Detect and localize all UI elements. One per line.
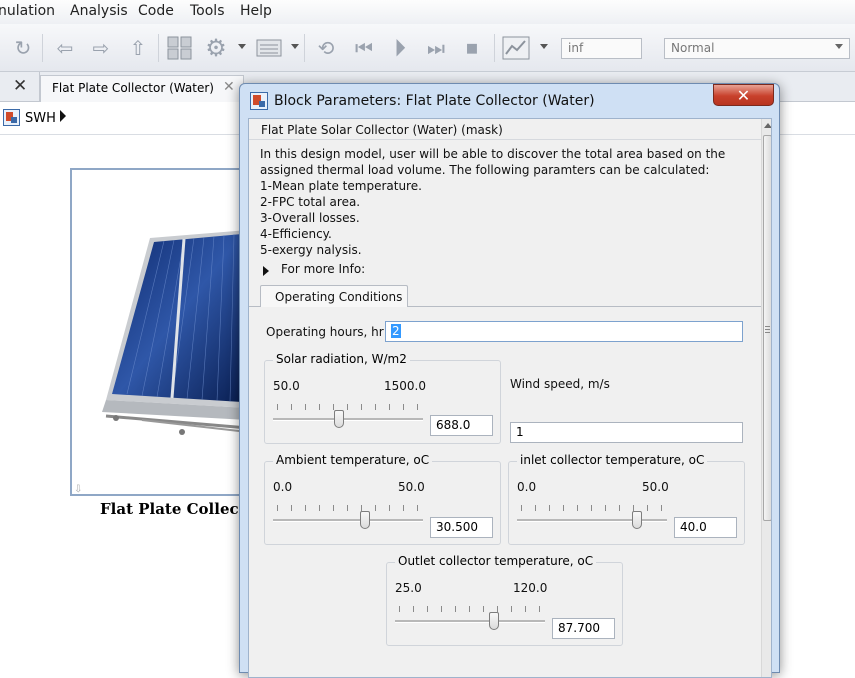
dialog-body: Flat Plate Solar Collector (Water) (mask… bbox=[248, 118, 772, 678]
flat-plate-collector-block[interactable]: ⇩ bbox=[70, 168, 250, 496]
library-browser-icon[interactable] bbox=[166, 36, 194, 60]
scope-dropdown-caret-icon[interactable] bbox=[540, 44, 548, 49]
solar-radiation-min: 50.0 bbox=[273, 379, 300, 393]
model-icon bbox=[3, 109, 20, 126]
outlet-temperature-title: Outlet collector temperature, oC bbox=[395, 554, 597, 568]
tab-label: Flat Plate Collector (Water) bbox=[52, 81, 214, 95]
outlet-temperature-max: 120.0 bbox=[513, 581, 548, 595]
solar-radiation-max: 1500.0 bbox=[384, 379, 426, 393]
scroll-up-arrow-icon[interactable] bbox=[764, 123, 771, 128]
inlet-temperature-input[interactable]: 40.0 bbox=[674, 517, 737, 538]
ambient-temperature-min: 0.0 bbox=[273, 480, 293, 494]
outlet-temperature-slider[interactable] bbox=[395, 606, 545, 636]
description-line-3: 1-Mean plate temperature. bbox=[260, 179, 422, 193]
step-back-icon[interactable]: ⟲ bbox=[312, 36, 340, 60]
close-icon[interactable]: ✕ bbox=[13, 76, 27, 96]
tab-close-icon[interactable]: ✕ bbox=[223, 79, 235, 95]
inlet-temperature-group: inlet collector temperature, oC 0.0 50.0… bbox=[508, 453, 745, 545]
inlet-temperature-title: inlet collector temperature, oC bbox=[517, 453, 708, 467]
ambient-temperature-slider[interactable] bbox=[273, 505, 423, 535]
outlet-temperature-slider-thumb[interactable] bbox=[489, 612, 499, 630]
tab-flat-plate-collector[interactable]: Flat Plate Collector (Water) ✕ bbox=[40, 75, 244, 102]
step-forward-icon[interactable]: ⏭ bbox=[422, 36, 450, 60]
stop-time-input[interactable]: inf bbox=[561, 38, 642, 59]
inlet-temperature-slider-thumb[interactable] bbox=[632, 511, 642, 529]
solar-radiation-slider-thumb[interactable] bbox=[334, 410, 344, 428]
outlet-temperature-group: Outlet collector temperature, oC 25.0 12… bbox=[386, 554, 623, 646]
step-back-pause-icon[interactable]: ⏮ bbox=[350, 36, 378, 60]
tab-operating-conditions-label: Operating Conditions bbox=[275, 290, 403, 304]
inlet-temperature-slider[interactable] bbox=[517, 505, 667, 535]
dialog-title: Block Parameters: Flat Plate Collector (… bbox=[274, 93, 595, 109]
up-icon[interactable]: ⇧ bbox=[125, 36, 151, 60]
menu-help[interactable]: Help bbox=[240, 3, 272, 19]
simulation-mode-value: Normal bbox=[671, 41, 715, 55]
description-line-5: 3-Overall losses. bbox=[260, 211, 360, 225]
operating-hours-input[interactable]: 2 bbox=[385, 321, 743, 342]
vertical-scrollbar[interactable] bbox=[761, 119, 771, 677]
forward-icon[interactable]: ⇨ bbox=[88, 36, 114, 60]
block-label: Flat Plate Collecto bbox=[100, 500, 256, 518]
dialog-close-button[interactable]: ✕ bbox=[713, 84, 774, 106]
redo-icon[interactable]: ↻ bbox=[10, 36, 36, 60]
block-parameters-dialog: Block Parameters: Flat Plate Collector (… bbox=[239, 83, 780, 678]
menu-analysis[interactable]: Analysis bbox=[70, 3, 128, 19]
simulation-mode-select[interactable]: Normal bbox=[664, 38, 850, 59]
explorer-dropdown-caret-icon[interactable] bbox=[291, 44, 299, 49]
description-line-7: 5-exergy nalysis. bbox=[260, 243, 362, 257]
block-parameters-icon bbox=[250, 92, 268, 110]
chevron-down-icon bbox=[835, 44, 843, 49]
description-line-1: In this design model, user will be able … bbox=[260, 147, 726, 161]
ambient-temperature-title: Ambient temperature, oC bbox=[273, 453, 433, 467]
tab-operating-conditions[interactable]: Operating Conditions bbox=[260, 285, 408, 307]
description-line-6: 4-Efficiency. bbox=[260, 227, 332, 241]
svg-text:⇩: ⇩ bbox=[74, 484, 82, 494]
ambient-temperature-slider-thumb[interactable] bbox=[359, 511, 370, 529]
toolbar: ↻ ⇦ ⇨ ⇧ ⚙ ⟲ ⏮ ⏵ ⏭ ⏹ inf Normal bbox=[0, 24, 855, 72]
solar-radiation-title: Solar radiation, W/m2 bbox=[273, 352, 410, 366]
breadcrumb-model[interactable]: SWH bbox=[25, 111, 56, 126]
ambient-temperature-group: Ambient temperature, oC 0.0 50.0 30.500 bbox=[264, 453, 501, 545]
inlet-temperature-min: 0.0 bbox=[517, 480, 537, 494]
menu-bar: nulation Analysis Code Tools Help bbox=[0, 0, 855, 24]
scrollbar-thumb[interactable] bbox=[763, 135, 771, 521]
description-line-4: 2-FPC total area. bbox=[260, 195, 361, 209]
operating-hours-value: 2 bbox=[391, 324, 401, 338]
more-info-link[interactable]: For more Info: bbox=[281, 262, 365, 276]
outlet-temperature-input[interactable]: 87.700 bbox=[552, 618, 615, 639]
menu-code[interactable]: Code bbox=[138, 3, 174, 19]
run-play-icon[interactable]: ⏵ bbox=[386, 34, 414, 62]
settings-gear-icon[interactable]: ⚙ bbox=[202, 34, 230, 62]
inlet-temperature-max: 50.0 bbox=[642, 480, 669, 494]
settings-dropdown-caret-icon[interactable] bbox=[238, 44, 246, 49]
model-explorer-icon[interactable] bbox=[255, 36, 283, 60]
menu-simulation[interactable]: nulation bbox=[0, 3, 55, 19]
stop-icon[interactable]: ⏹ bbox=[458, 34, 486, 62]
description-line-2: assigned thermal load volume. The follow… bbox=[260, 163, 710, 177]
wind-speed-label: Wind speed, m/s bbox=[510, 377, 610, 391]
solar-panel-image: ⇩ bbox=[74, 230, 249, 495]
wind-speed-input[interactable]: 1 bbox=[510, 422, 743, 443]
outlet-temperature-min: 25.0 bbox=[395, 581, 422, 595]
solar-radiation-slider[interactable] bbox=[273, 404, 423, 434]
back-icon[interactable]: ⇦ bbox=[52, 36, 78, 60]
expand-arrow-icon[interactable] bbox=[263, 266, 269, 276]
ambient-temperature-input[interactable]: 30.500 bbox=[430, 517, 493, 538]
ambient-temperature-max: 50.0 bbox=[398, 480, 425, 494]
scope-icon[interactable] bbox=[501, 36, 531, 60]
solar-radiation-group: Solar radiation, W/m2 50.0 1500.0 688.0 bbox=[264, 352, 501, 444]
solar-radiation-input[interactable]: 688.0 bbox=[430, 415, 493, 436]
breadcrumb-arrow-icon[interactable] bbox=[60, 110, 66, 122]
mask-header: Flat Plate Solar Collector (Water) (mask… bbox=[261, 123, 503, 137]
close-tab-area: ✕ bbox=[0, 72, 40, 102]
close-icon: ✕ bbox=[736, 85, 751, 105]
menu-tools[interactable]: Tools bbox=[190, 3, 225, 19]
operating-hours-label: Operating hours, hr bbox=[266, 325, 384, 339]
